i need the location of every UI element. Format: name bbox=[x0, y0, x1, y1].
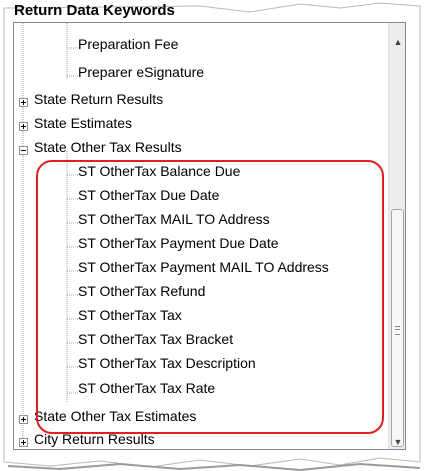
scroll-up-icon[interactable]: ▲ bbox=[389, 33, 405, 51]
expand-icon[interactable] bbox=[19, 415, 28, 424]
vertical-scrollbar[interactable]: ▲ ▼ bbox=[388, 23, 405, 449]
tree-item-state-estimates[interactable]: State Estimates bbox=[34, 115, 132, 139]
tree-item-preparer-esignature[interactable]: Preparer eSignature bbox=[78, 64, 204, 88]
expand-icon[interactable] bbox=[19, 122, 28, 131]
tree-item-state-return-results[interactable]: State Return Results bbox=[34, 91, 163, 115]
red-highlight-outline bbox=[36, 160, 384, 434]
grip-icon bbox=[395, 326, 400, 335]
scroll-thumb[interactable] bbox=[391, 209, 404, 447]
scroll-down-icon[interactable]: ▼ bbox=[389, 433, 405, 449]
expand-icon[interactable] bbox=[19, 98, 28, 107]
expand-icon[interactable] bbox=[19, 438, 28, 447]
panel-title: Return Data Keywords bbox=[14, 2, 175, 19]
keywords-tree-panel: Preparation Fee Preparer eSignature Stat… bbox=[13, 22, 406, 450]
tree-item-preparation-fee[interactable]: Preparation Fee bbox=[78, 36, 178, 60]
collapse-icon[interactable] bbox=[19, 146, 28, 155]
